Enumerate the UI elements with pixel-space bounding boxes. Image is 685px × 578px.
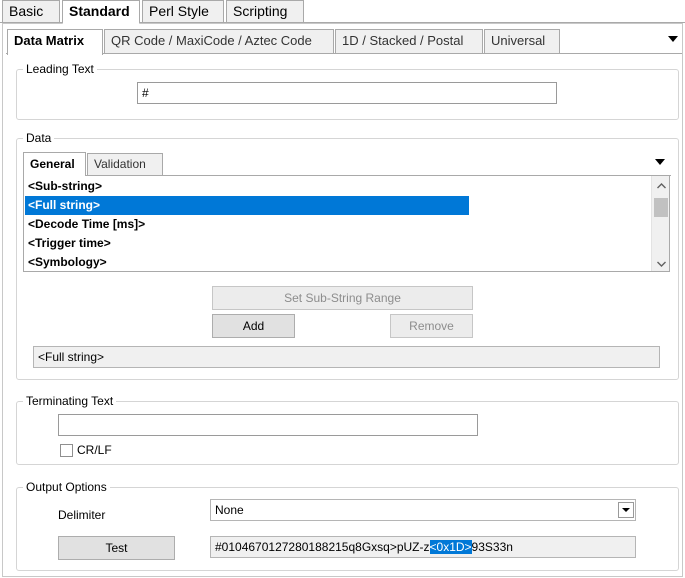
delimiter-value: None: [215, 503, 244, 517]
test-output-gs-highlight: <0x1D>: [429, 540, 472, 554]
tab-data-matrix[interactable]: Data Matrix: [7, 29, 103, 55]
list-item-decode-time[interactable]: <Decode Time [ms]>: [25, 215, 469, 234]
set-substring-range-button[interactable]: Set Sub-String Range: [212, 286, 473, 310]
tab-validation-label: Validation: [94, 157, 146, 171]
data-summary-field: <Full string>: [33, 346, 660, 368]
remove-button[interactable]: Remove: [390, 314, 473, 338]
delimiter-label: Delimiter: [58, 508, 106, 522]
tab-scripting[interactable]: Scripting: [226, 0, 304, 22]
test-output-suffix: 93S33n: [471, 540, 513, 554]
tab-standard[interactable]: Standard: [62, 0, 140, 24]
crlf-label: CR/LF: [77, 443, 112, 457]
list-item-trigger-time[interactable]: <Trigger time>: [25, 234, 469, 253]
tab-perl-style-label: Perl Style: [149, 3, 209, 19]
data-field-list[interactable]: <Sub-string> <Full string> <Decode Time …: [23, 175, 670, 272]
scroll-down-icon[interactable]: [657, 260, 666, 270]
tab-universal[interactable]: Universal: [484, 29, 560, 53]
test-output-field: #0104670127280188215q8Gxsq>pUZ-z<0x1D>93…: [210, 536, 636, 558]
tab-basic[interactable]: Basic: [2, 0, 60, 22]
tab-perl-style[interactable]: Perl Style: [142, 0, 224, 22]
terminating-text-title: Terminating Text: [23, 394, 117, 408]
chevron-down-icon: [622, 508, 630, 512]
tab-universal-label: Universal: [491, 33, 546, 48]
tab-qr-label: QR Code / MaxiCode / Aztec Code: [111, 33, 312, 48]
scroll-up-icon[interactable]: [657, 182, 666, 192]
add-button[interactable]: Add: [212, 314, 295, 338]
delimiter-select[interactable]: None: [210, 499, 636, 521]
test-button[interactable]: Test: [58, 536, 175, 560]
list-item-full-string[interactable]: <Full string>: [25, 196, 469, 215]
data-title: Data: [23, 131, 55, 145]
delimiter-dropdown-button[interactable]: [618, 502, 634, 518]
output-options-title: Output Options: [23, 480, 110, 494]
tab-general-label: General: [30, 157, 75, 171]
list-scrollbar[interactable]: [651, 176, 669, 271]
tab-data-matrix-label: Data Matrix: [14, 33, 85, 48]
terminating-text-input[interactable]: [58, 414, 478, 436]
data-tab-dropdown-icon[interactable]: [655, 159, 665, 165]
tab-basic-label: Basic: [9, 3, 44, 19]
tab-overflow-dropdown-icon[interactable]: [668, 36, 678, 42]
leading-text-input[interactable]: #: [137, 82, 557, 104]
tab-qr-maxicode-aztec[interactable]: QR Code / MaxiCode / Aztec Code: [104, 29, 334, 53]
list-item-sub-string[interactable]: <Sub-string>: [25, 177, 469, 196]
sub-tab-divider: [6, 53, 682, 54]
tab-validation[interactable]: Validation: [87, 153, 163, 175]
tab-standard-label: Standard: [69, 3, 130, 19]
scroll-thumb[interactable]: [654, 198, 668, 217]
leading-text-title: Leading Text: [23, 62, 97, 76]
test-output-prefix: #0104670127280188215q8Gxsq>pUZ-z: [215, 540, 430, 554]
tab-1d-stacked-postal[interactable]: 1D / Stacked / Postal: [335, 29, 483, 53]
list-item-symbology[interactable]: <Symbology>: [25, 253, 469, 272]
tab-1d-label: 1D / Stacked / Postal: [342, 33, 464, 48]
crlf-checkbox[interactable]: [60, 444, 73, 457]
tab-scripting-label: Scripting: [233, 3, 288, 19]
tab-general[interactable]: General: [23, 152, 86, 176]
